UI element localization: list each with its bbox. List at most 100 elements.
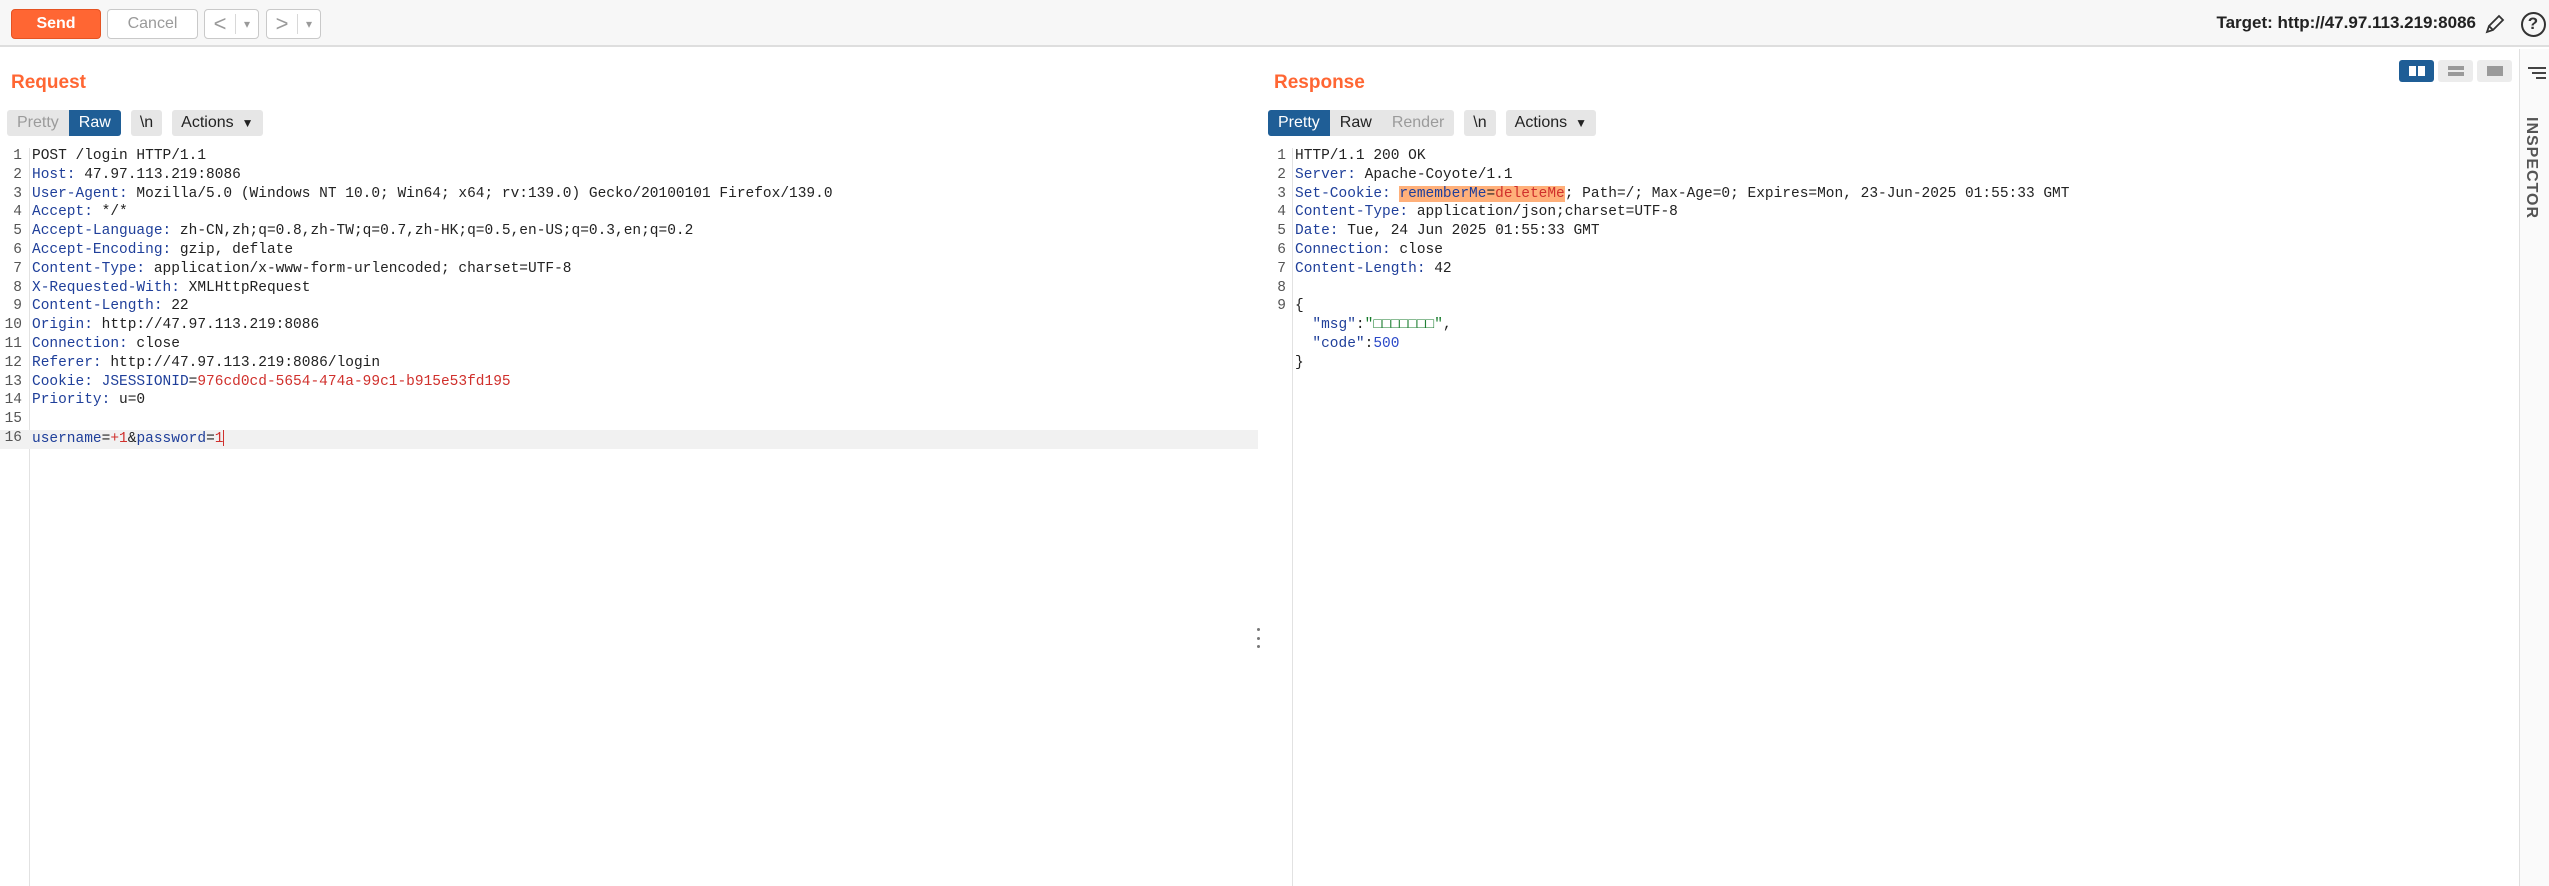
layout-side-by-side-button[interactable] — [2399, 60, 2434, 82]
line-code: X-Requested-With: XMLHttpRequest — [32, 280, 310, 296]
header-value: http://47.97.113.219:8086/login — [101, 354, 381, 371]
header-value: { — [1295, 298, 1304, 315]
header-name: Set-Cookie: — [1295, 185, 1391, 202]
body-param-name: password — [136, 430, 207, 447]
response-tab-render[interactable]: Render — [1381, 110, 1455, 136]
response-panel-title: Response — [1274, 72, 1365, 93]
header-value: 47.97.113.219:8086 — [75, 166, 241, 183]
header-value: gzip, deflate — [171, 242, 294, 258]
history-forward-dropdown-icon[interactable]: ▾ — [298, 17, 320, 31]
history-forward-button[interactable]: > ▾ — [266, 9, 321, 39]
line-code: } — [1295, 355, 1304, 371]
line-number: 8 — [1277, 279, 1286, 296]
inspector-sidebar: INSPECTOR — [2519, 49, 2549, 886]
line-number: 4 — [13, 204, 22, 221]
cookie-attributes: ; Path=/; Max-Age=0; Expires=Mon, 23-Jun… — [1564, 185, 2070, 202]
header-value: application/x-www-form-urlencoded; chars… — [145, 260, 572, 277]
line-number: 10 — [4, 317, 22, 334]
request-newline-toggle[interactable]: \n — [130, 110, 163, 136]
line-code: Origin: http://47.97.113.219:8086 — [32, 317, 319, 333]
line-number: 5 — [1277, 223, 1286, 240]
cookie-name: rememberMe — [1399, 185, 1487, 202]
line-code: Server: Apache-Coyote/1.1 — [1295, 167, 1513, 183]
cancel-button[interactable]: Cancel — [107, 9, 198, 39]
header-name: X-Requested-With: — [32, 279, 180, 296]
response-tab-raw[interactable]: Raw — [1329, 110, 1382, 136]
pencil-icon[interactable] — [2482, 11, 2508, 37]
layout-tabs-button[interactable] — [2477, 60, 2512, 82]
header-value: 22 — [162, 298, 189, 315]
request-editor[interactable]: 1 POST /login HTTP/1.1 2 Host: 47.97.113.21… — [0, 148, 1258, 886]
header-name: Server: — [1295, 166, 1356, 183]
inspector-menu-icon[interactable] — [2528, 67, 2546, 82]
history-back-button[interactable]: < ▾ — [204, 9, 259, 39]
line-number: 6 — [13, 242, 22, 258]
request-line: 14 Priority: u=0 — [0, 392, 1258, 411]
header-name: Host: — [32, 166, 76, 183]
header-name: Cookie: — [32, 373, 93, 390]
request-line: 4 Accept: */* — [0, 204, 1258, 223]
line-code: Connection: close — [1295, 242, 1443, 258]
header-name: Accept-Encoding: — [32, 242, 172, 258]
body-param-value: +1 — [110, 430, 128, 447]
header-value: http://47.97.113.219:8086 — [92, 317, 320, 334]
header-value: u=0 — [110, 392, 146, 409]
line-code: username=+1&password=1 — [32, 430, 225, 447]
line-code: POST /login HTTP/1.1 — [32, 148, 206, 164]
response-line: 9{ — [1266, 298, 2514, 317]
header-value: } — [1295, 354, 1304, 371]
send-button[interactable]: Send — [11, 9, 101, 39]
line-code: Date: Tue, 24 Jun 2025 01:55:33 GMT — [1295, 223, 1600, 239]
split-pane-handle[interactable] — [1256, 628, 1260, 648]
line-number: 2 — [13, 166, 22, 183]
layout-stacked-button[interactable] — [2438, 60, 2473, 82]
layout-toggle-group — [2399, 60, 2512, 82]
header-name: Date: — [1295, 223, 1339, 240]
request-line: 11 Connection: close — [0, 336, 1258, 355]
header-name: Content-Length: — [32, 298, 163, 315]
request-line: 1 POST /login HTTP/1.1 — [0, 148, 1258, 167]
line-number: 5 — [13, 223, 22, 240]
response-tab-pretty[interactable]: Pretty — [1268, 110, 1330, 136]
request-line: 2 Host: 47.97.113.219:8086 — [0, 167, 1258, 186]
help-icon[interactable]: ? — [2520, 11, 2546, 37]
target-label[interactable]: Target: http://47.97.113.219:8086 — [2216, 13, 2476, 33]
request-panel-title: Request — [11, 72, 86, 93]
response-line: 5 Date: Tue, 24 Jun 2025 01:55:33 GMT — [1266, 223, 2514, 242]
line-code: Content-Type: application/x-www-form-url… — [32, 261, 572, 277]
header-name: Connection: — [1295, 242, 1391, 258]
response-line: 6 Connection: close — [1266, 242, 2514, 261]
request-actions-menu[interactable]: Actions ▼ — [172, 110, 263, 136]
line-number: 1 — [1277, 148, 1286, 164]
chevron-down-icon: ▼ — [241, 116, 254, 130]
request-tab-pretty[interactable]: Pretty — [7, 110, 69, 136]
response-editor[interactable]: 1 HTTP/1.1 200 OK 2 Server: Apache-Coyote/1… — [1266, 148, 2514, 886]
request-tab-raw[interactable]: Raw — [68, 110, 121, 136]
response-newline-toggle[interactable]: \n — [1464, 110, 1496, 136]
request-view-tabs: Pretty Raw \n Actions ▼ — [7, 110, 263, 136]
header-name: Priority: — [32, 392, 111, 409]
line-code: HTTP/1.1 200 OK — [1295, 148, 1426, 164]
header-name: Accept-Language: — [32, 223, 172, 240]
line-number: 15 — [4, 411, 22, 428]
inspector-tab[interactable]: INSPECTOR — [2522, 117, 2540, 219]
line-number: 8 — [13, 279, 22, 296]
response-view-tabs: Pretty Raw Render \n Actions ▼ — [1268, 110, 1596, 136]
line-number: 7 — [13, 260, 22, 277]
history-back-dropdown-icon[interactable]: ▾ — [236, 17, 258, 31]
request-actions-label: Actions — [181, 114, 234, 131]
json-value: 500 — [1373, 336, 1400, 352]
response-actions-menu[interactable]: Actions ▼ — [1505, 110, 1596, 136]
line-number: 3 — [13, 185, 22, 202]
line-code: Cookie: JSESSIONID=976cd0cd-5654-474a-99… — [32, 374, 511, 390]
header-value: zh-CN,zh;q=0.8,zh-TW;q=0.7,zh-HK;q=0.5,e… — [171, 223, 694, 240]
line-code: Referer: http://47.97.113.219:8086/login — [32, 355, 380, 371]
cookie-value: deleteMe — [1495, 185, 1565, 202]
line-number: 7 — [1277, 260, 1286, 277]
line-code: Host: 47.97.113.219:8086 — [32, 167, 241, 183]
equals-sign: = — [1486, 185, 1496, 202]
header-value: close — [127, 336, 180, 352]
header-name: Connection: — [32, 336, 128, 352]
